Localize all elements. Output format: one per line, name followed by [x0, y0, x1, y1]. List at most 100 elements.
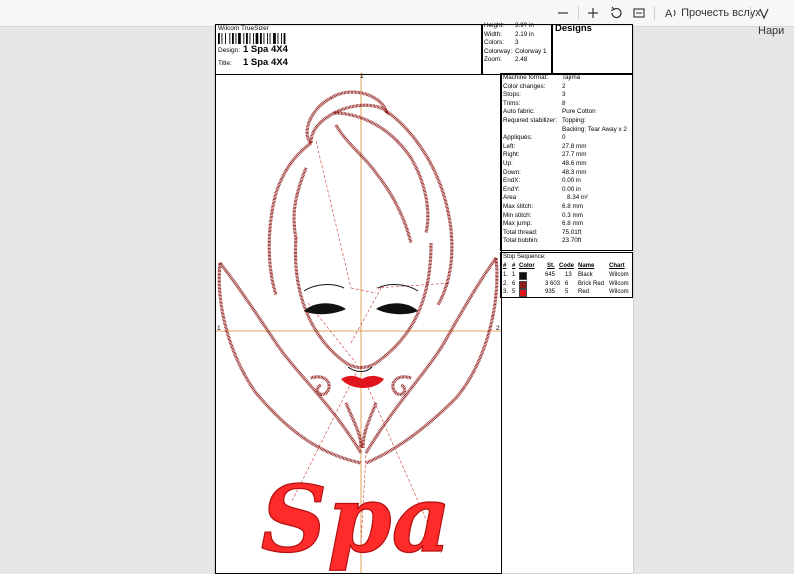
info-row-value: 2: [562, 82, 566, 90]
fit-page-icon[interactable]: [632, 4, 646, 22]
info-row-value: 0.00 in: [562, 177, 581, 185]
svg-text:A: A: [665, 8, 673, 20]
info-row-label: Min stitch:: [503, 211, 532, 219]
header-brand-box: Designs: [551, 23, 633, 75]
read-aloud-button[interactable]: A Прочесть вслух: [664, 4, 761, 22]
info-row-value: Tajima: [562, 74, 581, 81]
info-row-value: 3: [562, 91, 566, 99]
brand-name: Designs: [555, 23, 592, 34]
size-row-label: Colorway:: [484, 47, 512, 55]
stop-cell-chart: Wilcom: [609, 272, 629, 278]
col-stitches: St.: [547, 263, 555, 269]
info-row-label: Max jump:: [503, 220, 533, 228]
toolbar-divider: [654, 6, 655, 20]
browser-toolbar: A Прочесть вслух Нари: [0, 0, 794, 37]
barcode: [218, 33, 286, 44]
info-row-value: Topping:: [562, 117, 586, 124]
col-number2: #: [512, 263, 516, 269]
info-row-label: Auto fabric:: [503, 108, 535, 116]
info-row-label: Right:: [503, 151, 520, 159]
info-row-label: Up:: [503, 160, 513, 167]
stop-row: 2. 6 3 603 6 Brick Red Wilcom: [501, 280, 632, 289]
stop-cell-st: 645: [545, 272, 556, 278]
info-row-value: 0.3 mm: [562, 211, 583, 219]
axis-mark-top: 1: [360, 73, 364, 80]
stop-row: 1. 1 645 13 Black Wilcom: [501, 271, 632, 280]
info-row-label: Left:: [503, 142, 516, 150]
info-row-label: Stops:: [503, 91, 521, 99]
app-name: Wilcom TrueSizer: [218, 25, 269, 32]
stop-cell-name: Black: [578, 272, 593, 278]
stop-cell-name: Red: [578, 289, 590, 295]
stop-cell-chart: Wilcom: [609, 289, 629, 295]
size-row-label: Height:: [484, 22, 504, 29]
info-row-value: 48.6 mm: [562, 160, 587, 167]
info-row-label: EndX:: [503, 177, 521, 185]
rotate-icon[interactable]: [609, 4, 623, 22]
info-row-value: Backing: Tear Away x 2: [562, 125, 627, 133]
axis-mark-right: 2: [496, 325, 500, 332]
info-row-value: 8.34 in²: [567, 194, 589, 202]
stop-cell-st: 3 603: [545, 280, 561, 287]
info-row-value: 6.8 mm: [562, 220, 583, 228]
stop-sequence-title: Stop Sequence:: [503, 254, 546, 260]
info-row-label: Max stitch:: [503, 203, 534, 210]
worksheet-page: Wilcom TrueSizer Design: 1 Spa 4X4 Title…: [215, 22, 633, 574]
draw-label: Нари: [758, 25, 785, 38]
size-row-value: Colorway 1: [515, 47, 547, 55]
design-preview: Spa 1 1 2: [215, 73, 502, 574]
header-design-box: Wilcom TrueSizer Design: 1 Spa 4X4 Title…: [215, 24, 483, 75]
stop-cell-n: 2.: [503, 280, 509, 287]
read-aloud-label: Прочесть вслух: [681, 7, 761, 20]
stop-cell-name: Brick Red: [578, 280, 605, 287]
size-row-value: 2.48: [515, 56, 528, 64]
stop-cell-code: 5: [565, 289, 569, 295]
machine-info-box: Machine format: Tajima Color changes: 2 Stop…: [500, 73, 633, 251]
info-row-value: 0.00 in: [562, 185, 581, 193]
stop-cell-n: 1.: [503, 272, 509, 278]
info-row-label: EndY:: [503, 185, 520, 193]
design-value: 1 Spa 4X4: [243, 44, 288, 55]
size-row-value: 2.19 in: [515, 30, 534, 38]
stop-cell-chart: Wilcom: [609, 280, 629, 287]
title-label: Title:: [218, 60, 232, 67]
info-row-label: Area: [503, 194, 517, 202]
info-row-label: Required stabilizer:: [503, 117, 557, 124]
size-row-label: Width:: [484, 30, 502, 38]
stop-cell-n2: 6: [512, 280, 516, 287]
col-chart: Chart: [609, 263, 625, 269]
design-label: Design:: [218, 47, 241, 54]
info-row-label: Appliqués:: [503, 134, 533, 142]
header-size-box: Height: 3.9? in Width: 2.19 in Colors: 3 Color…: [481, 22, 553, 75]
info-row-label: Total bobbin:: [503, 237, 539, 245]
col-color: Color: [519, 263, 535, 269]
zoom-in-icon[interactable]: [586, 4, 600, 22]
draw-icon: [758, 6, 770, 20]
size-row-label: Colors:: [484, 39, 504, 47]
minimize-icon[interactable]: [556, 4, 570, 22]
info-row-value: 6.8 mm: [562, 203, 583, 210]
info-row-value: 27.8 mm: [562, 142, 587, 150]
info-row-label: Machine format:: [503, 74, 549, 81]
axis-mark-left: 1: [217, 325, 221, 332]
toolbar-divider: [750, 6, 751, 20]
info-row-label: Total thread:: [503, 228, 538, 236]
stop-row: 3. 5 935 5 Red Wilcom: [501, 288, 632, 297]
info-row-label: Trims:: [503, 99, 521, 107]
info-row-value: 23.70ft: [562, 237, 582, 245]
col-name: Name: [578, 263, 595, 269]
size-row-value: 3: [515, 39, 519, 47]
design-word-spa: Spa: [261, 465, 451, 573]
stop-sequence-header: # # Color St. Code Name Chart: [501, 262, 632, 270]
toolbar-divider: [578, 6, 579, 20]
info-row-value: Pure Cotton: [562, 108, 596, 116]
color-swatch: [519, 289, 527, 297]
draw-button[interactable]: Нари: [758, 4, 794, 37]
stop-sequence-box: Stop Sequence: # # Color St. Code Name C…: [500, 252, 633, 298]
stop-cell-st: 935: [545, 289, 556, 295]
info-row-label: Color changes:: [503, 82, 546, 90]
info-row-value: 27.7 mm: [562, 151, 587, 159]
info-row-value: 48.3 mm: [562, 168, 587, 176]
stop-cell-n: 3.: [503, 289, 509, 295]
col-number: #: [503, 263, 507, 269]
